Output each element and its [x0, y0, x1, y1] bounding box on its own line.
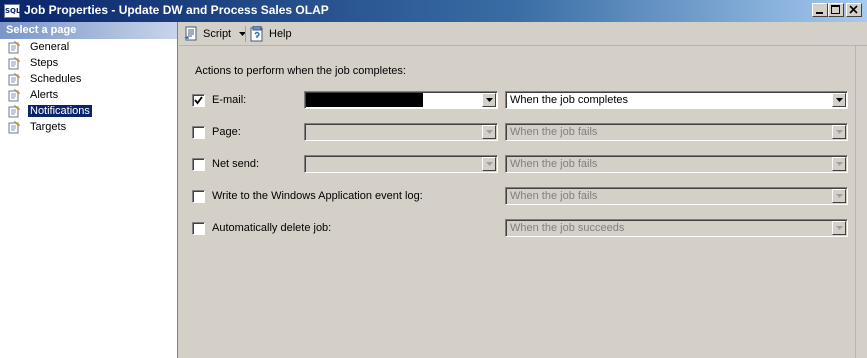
title-bar: SQL Job Properties - Update DW and Proce… — [0, 0, 867, 22]
email-row: E-mail: When the job completes — [179, 91, 867, 111]
email-label: E-mail: — [212, 94, 247, 106]
page-icon — [8, 72, 21, 86]
page-list: General Steps Schedules Alerts Notifications… — [0, 39, 177, 135]
sidebar-item-notifications[interactable]: Notifications — [0, 103, 177, 119]
net-send-checkbox[interactable] — [192, 158, 205, 171]
sidebar-item-label: Steps — [30, 57, 59, 69]
select-page-header: Select a page — [0, 22, 177, 39]
minimize-button[interactable] — [812, 3, 828, 17]
chevron-down-icon — [836, 226, 843, 230]
net-send-row: Net send: When the job fails — [179, 155, 867, 175]
maximize-button[interactable] — [828, 3, 844, 17]
page-row: Page: When the job fails — [179, 123, 867, 143]
chevron-down-icon — [836, 130, 843, 134]
checkmark-icon — [194, 96, 203, 105]
toolbar-separator — [245, 26, 246, 42]
dropdown-button[interactable] — [832, 157, 846, 171]
sidebar-item-steps[interactable]: Steps — [0, 55, 177, 71]
dropdown-button[interactable] — [832, 125, 846, 139]
page-icon — [8, 120, 21, 134]
page-selector-pane: Select a page General Steps Schedules Alert… — [0, 22, 178, 358]
script-label: Script — [203, 28, 232, 40]
page-checkbox[interactable] — [192, 126, 205, 139]
event-log-condition-select[interactable]: When the job fails — [505, 187, 848, 205]
dropdown-button[interactable] — [482, 93, 496, 107]
window-title: Job Properties - Update DW and Process S… — [24, 3, 329, 17]
dropdown-button[interactable] — [832, 189, 846, 203]
chevron-down-icon — [486, 162, 493, 166]
help-label: Help — [269, 28, 292, 40]
chevron-down-icon — [836, 98, 843, 102]
auto-delete-row: Automatically delete job: When the job s… — [179, 219, 867, 239]
script-button[interactable]: Script — [183, 25, 247, 43]
sidebar-item-targets[interactable]: Targets — [0, 119, 177, 135]
net-send-condition-select[interactable]: When the job fails — [505, 155, 848, 173]
sql-app-icon: SQL — [4, 4, 20, 18]
page-icon — [8, 40, 21, 54]
page-operator-select[interactable] — [304, 123, 498, 141]
net-send-operator-select[interactable] — [304, 155, 498, 173]
sidebar-item-label: Notifications — [28, 105, 92, 117]
sidebar-item-label: Schedules — [30, 73, 82, 85]
dropdown-button[interactable] — [482, 125, 496, 139]
page-condition-select[interactable]: When the job fails — [505, 123, 848, 141]
net-send-condition-value: When the job fails — [510, 158, 598, 170]
event-log-checkbox[interactable] — [192, 190, 205, 203]
chevron-down-icon — [836, 162, 843, 166]
notifications-page: Actions to perform when the job complete… — [179, 46, 867, 358]
chevron-down-icon — [836, 194, 843, 198]
email-condition-value: When the job completes — [510, 94, 629, 106]
sidebar-item-schedules[interactable]: Schedules — [0, 71, 177, 87]
redacted-operator-name — [306, 93, 423, 107]
help-icon — [250, 26, 263, 42]
auto-delete-label: Automatically delete job: — [212, 222, 332, 234]
auto-delete-condition-select[interactable]: When the job succeeds — [505, 219, 848, 237]
page-icon — [8, 88, 21, 102]
page-icon — [8, 104, 21, 118]
sidebar-item-label: Targets — [30, 121, 67, 133]
event-log-condition-value: When the job fails — [510, 190, 598, 202]
right-scroll-edge — [855, 46, 856, 358]
script-icon — [184, 26, 197, 41]
page-icon — [8, 56, 21, 70]
toolbar: Script Help — [179, 22, 867, 46]
section-label: Actions to perform when the job complete… — [195, 65, 406, 77]
close-button[interactable] — [846, 3, 862, 17]
close-icon — [849, 5, 858, 14]
sidebar-item-general[interactable]: General — [0, 39, 177, 55]
dropdown-button[interactable] — [832, 221, 846, 235]
help-button[interactable]: Help — [249, 25, 297, 43]
maximize-icon — [831, 5, 840, 14]
net-send-label: Net send: — [212, 158, 260, 170]
chevron-down-icon — [486, 130, 493, 134]
email-operator-select[interactable] — [304, 91, 498, 109]
sidebar-item-alerts[interactable]: Alerts — [0, 87, 177, 103]
sidebar-item-label: Alerts — [30, 89, 59, 101]
page-condition-value: When the job fails — [510, 126, 598, 138]
page-label: Page: — [212, 126, 241, 138]
event-log-row: Write to the Windows Application event l… — [179, 187, 867, 207]
dropdown-button[interactable] — [832, 93, 846, 107]
chevron-down-icon — [486, 98, 493, 102]
email-checkbox[interactable] — [192, 94, 205, 107]
dropdown-button[interactable] — [482, 157, 496, 171]
sidebar-item-label: General — [30, 41, 70, 53]
minimize-icon — [816, 12, 823, 14]
event-log-label: Write to the Windows Application event l… — [212, 190, 423, 202]
auto-delete-checkbox[interactable] — [192, 222, 205, 235]
auto-delete-condition-value: When the job succeeds — [510, 222, 625, 234]
email-condition-select[interactable]: When the job completes — [505, 91, 848, 109]
